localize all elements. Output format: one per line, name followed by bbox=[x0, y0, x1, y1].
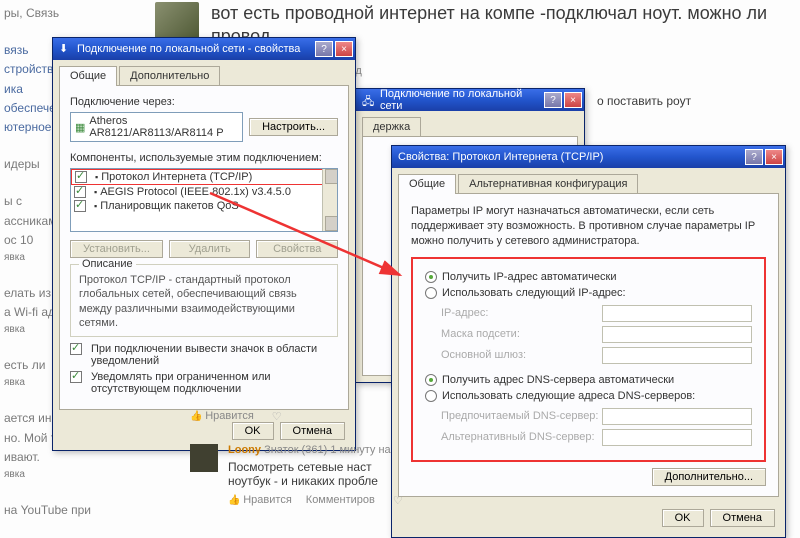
gateway-label: Основной шлюз: bbox=[441, 349, 602, 361]
component-label: Планировщик пакетов QoS bbox=[100, 200, 239, 212]
user-time: 1 минуту на bbox=[330, 444, 390, 456]
pref-dns-label: Предпочитаемый DNS-сервер: bbox=[441, 410, 602, 422]
configure-button[interactable]: Настроить... bbox=[249, 118, 338, 136]
network-icon: ⬇ bbox=[59, 42, 73, 56]
like-button[interactable]: Нравится bbox=[228, 494, 292, 507]
uninstall-button[interactable]: Удалить bbox=[169, 240, 251, 258]
adapter-icon: ▦ bbox=[75, 121, 85, 134]
component-item[interactable]: ▪AEGIS Protocol (IEEE 802.1x) v3.4.5.0 bbox=[71, 185, 337, 199]
answer-text-1: Посмотреть сетевые наст bbox=[228, 460, 428, 474]
tab-support[interactable]: держка bbox=[362, 117, 421, 137]
advanced-button[interactable]: Дополнительно... bbox=[652, 468, 766, 486]
component-checkbox[interactable] bbox=[74, 186, 86, 198]
component-label: AEGIS Protocol (IEEE 802.1x) v3.4.5.0 bbox=[100, 186, 291, 198]
tray-icon-checkbox[interactable] bbox=[70, 343, 82, 355]
component-icon: ▪ bbox=[94, 187, 97, 197]
radio-manual-ip-label: Использовать следующий IP-адрес: bbox=[442, 287, 626, 299]
limited-notify-label: Уведомлять при ограниченном или отсутств… bbox=[91, 371, 338, 395]
radio-manual-dns-label: Использовать следующие адреса DNS-сервер… bbox=[442, 390, 695, 402]
tray-icon-label: При подключении вывести значок в области… bbox=[91, 343, 338, 367]
ip-address-input[interactable] bbox=[602, 305, 752, 322]
ip-settings-groupbox: Получить IP-адрес автоматически Использо… bbox=[411, 257, 766, 462]
cancel-button[interactable]: Отмена bbox=[710, 509, 775, 527]
component-item[interactable]: ▪Протокол Интернета (TCP/IP) bbox=[71, 169, 337, 185]
winA-titlebar[interactable]: ⬇ Подключение по локальной сети - свойст… bbox=[53, 38, 355, 60]
subnet-mask-label: Маска подсети: bbox=[441, 328, 602, 340]
tab-general[interactable]: Общие bbox=[398, 174, 456, 194]
desc-text: Протокол TCP/IP - стандартный протокол г… bbox=[79, 273, 329, 330]
scrollbar[interactable] bbox=[322, 169, 337, 231]
component-checkbox[interactable] bbox=[74, 200, 86, 212]
radio-auto-dns[interactable] bbox=[425, 374, 437, 386]
description-groupbox: Описание Протокол TCP/IP - стандартный п… bbox=[70, 264, 338, 337]
answer-user: Loony Знаток (361) 1 минуту на bbox=[228, 444, 428, 456]
avatar-small[interactable] bbox=[190, 444, 218, 472]
component-label: Протокол Интернета (TCP/IP) bbox=[101, 171, 252, 183]
component-checkbox[interactable] bbox=[75, 171, 87, 183]
connect-via-label: Подключение через: bbox=[70, 96, 338, 108]
subnet-mask-input[interactable] bbox=[602, 326, 752, 343]
pref-dns-input[interactable] bbox=[602, 408, 752, 425]
sidebar-item: явка bbox=[4, 467, 130, 483]
alt-dns-label: Альтернативный DNS-сервер: bbox=[441, 431, 602, 443]
sidebar-item: ры, Связь bbox=[4, 4, 130, 23]
intro-text: Параметры IP могут назначаться автоматич… bbox=[411, 204, 766, 249]
comment-button[interactable]: Комментиров bbox=[306, 494, 375, 507]
adapter-field: ▦ Atheros AR8121/AR8113/AR8114 P bbox=[70, 112, 243, 142]
adapter-name: Atheros AR8121/AR8113/AR8114 P bbox=[89, 115, 238, 139]
gateway-input[interactable] bbox=[602, 347, 752, 364]
tcpip-properties-window: Свойства: Протокол Интернета (TCP/IP) ? … bbox=[391, 145, 786, 538]
tab-advanced[interactable]: Дополнительно bbox=[119, 66, 220, 86]
tab-general[interactable]: Общие bbox=[59, 66, 117, 86]
help-button[interactable]: ? bbox=[745, 149, 763, 165]
help-button[interactable]: ? bbox=[544, 92, 562, 108]
close-button[interactable]: × bbox=[335, 41, 353, 57]
radio-auto-dns-label: Получить адрес DNS-сервера автоматически bbox=[442, 374, 674, 386]
answer-text-2: ноутбук - и никаких пробле bbox=[228, 474, 428, 488]
properties-button[interactable]: Свойства bbox=[256, 240, 338, 258]
winB-titlebar[interactable]: Свойства: Протокол Интернета (TCP/IP) ? … bbox=[392, 146, 785, 168]
user-name[interactable]: Loony bbox=[228, 444, 261, 456]
answer-block: Loony Знаток (361) 1 минуту на Посмотрет… bbox=[228, 444, 428, 507]
network-icon: 🖧 bbox=[362, 93, 376, 107]
limited-notify-checkbox[interactable] bbox=[70, 371, 82, 383]
tab-altconfig[interactable]: Альтернативная конфигурация bbox=[458, 174, 638, 194]
heart-icon[interactable]: ♡ bbox=[393, 494, 403, 507]
user-rank: Знаток (361) bbox=[264, 444, 327, 456]
components-label: Компоненты, используемые этим подключени… bbox=[70, 152, 338, 164]
winA-title-text: Подключение по локальной сети - свойства bbox=[77, 43, 313, 55]
alt-dns-input[interactable] bbox=[602, 429, 752, 446]
lan-properties-window: ⬇ Подключение по локальной сети - свойст… bbox=[52, 37, 356, 451]
winB-title-text: Свойства: Протокол Интернета (TCP/IP) bbox=[398, 151, 743, 163]
install-button[interactable]: Установить... bbox=[70, 240, 163, 258]
component-icon: ▪ bbox=[94, 201, 97, 211]
radio-manual-dns[interactable] bbox=[425, 390, 437, 402]
help-button[interactable]: ? bbox=[315, 41, 333, 57]
radio-auto-ip[interactable] bbox=[425, 271, 437, 283]
component-icon: ▪ bbox=[95, 172, 98, 182]
radio-manual-ip[interactable] bbox=[425, 287, 437, 299]
question-tail: о поставить роут bbox=[597, 94, 691, 108]
close-button[interactable]: × bbox=[564, 92, 582, 108]
bg-window-title[interactable]: 🖧 Подключение по локальной сети ? × bbox=[356, 89, 584, 111]
ok-button[interactable]: OK bbox=[662, 509, 704, 527]
component-item[interactable]: ▪Планировщик пакетов QoS bbox=[71, 199, 337, 213]
desc-legend: Описание bbox=[79, 258, 136, 270]
ok-button[interactable]: OK bbox=[232, 422, 274, 440]
ip-address-label: IP-адрес: bbox=[441, 307, 602, 319]
like-button[interactable]: Нравится bbox=[190, 410, 254, 423]
answer-like-row: Нравится ♡ bbox=[190, 404, 282, 423]
cancel-button[interactable]: Отмена bbox=[280, 422, 345, 440]
sidebar-item: на YouTube при bbox=[4, 501, 130, 520]
heart-icon[interactable]: ♡ bbox=[272, 410, 282, 423]
close-button[interactable]: × bbox=[765, 149, 783, 165]
radio-auto-ip-label: Получить IP-адрес автоматически bbox=[442, 271, 616, 283]
components-listbox[interactable]: ▪Протокол Интернета (TCP/IP)▪AEGIS Proto… bbox=[70, 168, 338, 232]
